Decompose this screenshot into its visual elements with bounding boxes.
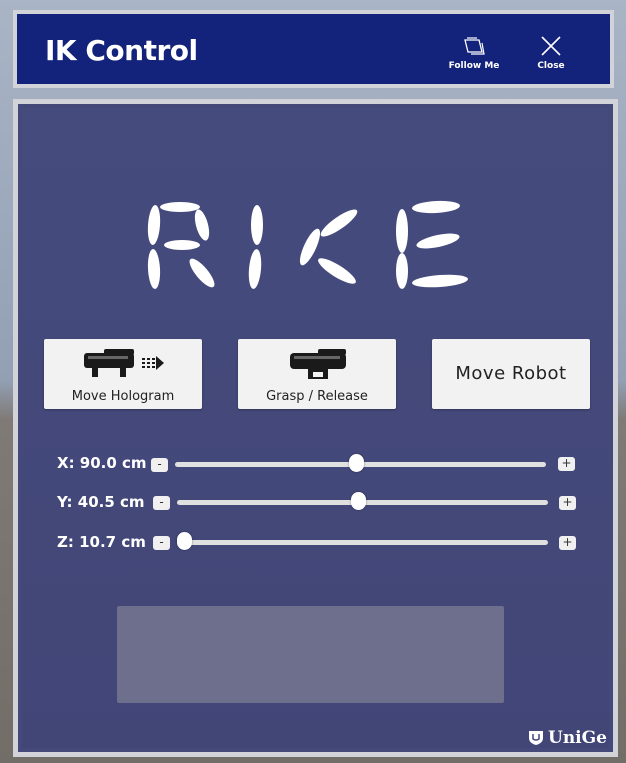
move-robot-button[interactable]: Move Robot (432, 339, 590, 409)
gripper-icon (290, 349, 346, 379)
move-hologram-label: Move Hologram (71, 389, 175, 404)
follow-me-icon (464, 37, 485, 55)
follow-me-button[interactable]: Follow Me (439, 36, 509, 84)
grasp-release-label: Grasp / Release (266, 389, 368, 404)
slider-x-decrement[interactable]: - (151, 458, 168, 472)
follow-me-label: Follow Me (448, 61, 500, 71)
move-robot-label: Move Robot (455, 363, 567, 384)
unige-brand: UniGe (527, 728, 607, 748)
close-label: Close (537, 61, 565, 71)
slider-y-label: Y: 40.5 cm (57, 493, 145, 511)
move-hologram-button[interactable]: Move Hologram (44, 339, 202, 409)
rice-logo (140, 193, 470, 298)
close-icon (541, 36, 561, 56)
slider-z-increment[interactable]: + (559, 536, 576, 550)
slider-y-thumb[interactable] (351, 492, 367, 510)
control-panel: Move Hologram Grasp / Release Move Robot… (13, 99, 618, 757)
slider-x-increment[interactable]: + (558, 457, 575, 471)
grasp-release-button[interactable]: Grasp / Release (238, 339, 396, 409)
unige-text: UniGe (548, 728, 607, 748)
shield-icon (529, 731, 543, 745)
slider-z-decrement[interactable]: - (153, 536, 170, 550)
slider-z-track[interactable] (177, 540, 548, 545)
slider-y-increment[interactable]: + (559, 496, 576, 510)
output-display (117, 606, 504, 703)
panel-body: Move Hologram Grasp / Release Move Robot… (22, 108, 609, 748)
close-button[interactable]: Close (516, 36, 586, 84)
window-header: IK Control Follow Me Close (13, 10, 614, 88)
slider-z-label: Z: 10.7 cm (57, 533, 146, 551)
slider-y-decrement[interactable]: - (153, 496, 170, 510)
window-title: IK Control (45, 34, 198, 67)
slider-z-thumb[interactable] (177, 532, 192, 550)
slider-x-label: X: 90.0 cm (57, 454, 147, 472)
hologram-gripper-icon (84, 349, 164, 377)
slider-x-thumb[interactable] (349, 454, 365, 472)
